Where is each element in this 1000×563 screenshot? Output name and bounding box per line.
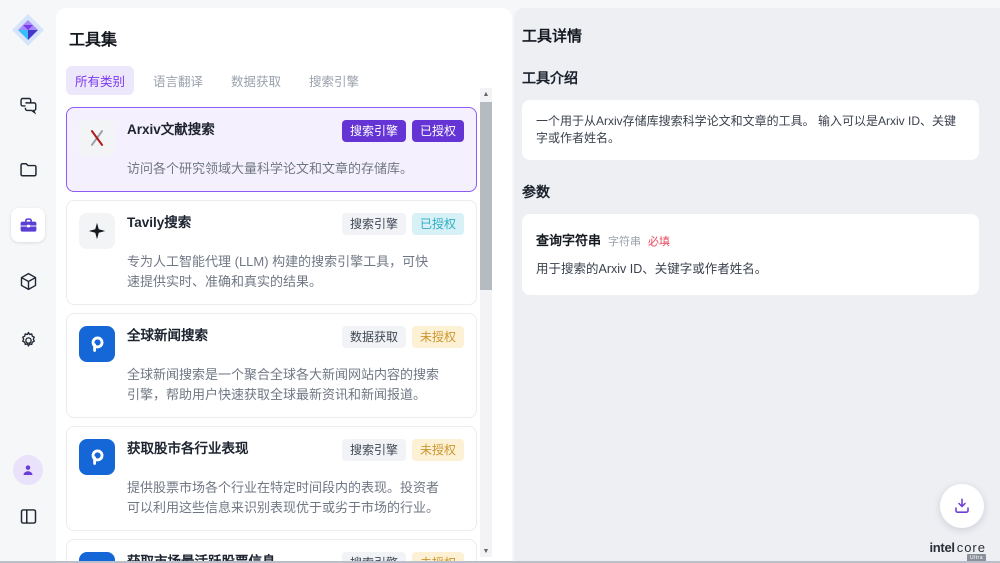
parameter-description: 用于搜索的Arxiv ID、关键字或作者姓名。 [536,258,965,277]
tool-list: Arxiv文献搜索 搜索引擎 已授权 访问各个研究领域大量科学论文和文章的存储库… [66,107,477,563]
tool-name: 获取股市各行业表现 [127,439,249,459]
category-badge: 搜索引擎 [342,439,406,461]
sidebar-nav [11,48,45,357]
parameter-required-badge: 必填 [648,233,670,249]
category-tab[interactable]: 语言翻译 [144,66,212,95]
auth-status-badge: 已授权 [412,120,464,142]
auth-status-badge: 已授权 [412,213,464,235]
left-sidebar [0,0,56,563]
category-tabs: 所有类别语言翻译数据获取搜索引擎 [66,66,512,95]
auth-status-badge: 未授权 [412,326,464,348]
category-tab[interactable]: 数据获取 [222,66,290,95]
scroll-up-arrow-icon[interactable]: ▲ [480,88,492,100]
intel-core-logo: intel core Ultra [929,540,986,555]
auth-status-badge: 未授权 [412,439,464,461]
category-badge: 搜索引擎 [342,213,406,235]
user-avatar[interactable] [11,453,45,487]
tool-name: 全球新闻搜索 [127,326,208,346]
layout-panel-icon[interactable] [11,499,45,533]
category-tab[interactable]: 所有类别 [66,66,134,95]
intro-heading: 工具介绍 [522,68,979,88]
details-panel-title: 工具详情 [522,25,979,46]
juhe-icon [79,439,115,475]
juhe-icon [79,326,115,362]
settings-gear-icon[interactable] [11,323,45,357]
tool-card[interactable]: 全球新闻搜索 数据获取 未授权 全球新闻搜索是一个聚合全球各大新闻网站内容的搜索… [66,313,477,418]
tool-intro-text: 一个用于从Arxiv存储库搜索科学论文和文章的工具。 输入可以是Arxiv ID… [522,100,979,160]
tool-name: Arxiv文献搜索 [127,120,215,140]
tool-description: 全球新闻搜索是一个聚合全球各大新闻网站内容的搜索引擎，帮助用户快速获取全球最新资… [127,365,439,405]
params-heading: 参数 [522,182,979,202]
chat-icon[interactable] [11,88,45,122]
folder-icon[interactable] [11,152,45,186]
tool-description: 专为人工智能代理 (LLM) 构建的搜索引擎工具，可快速提供实时、准确和真实的结… [127,252,439,292]
app-logo-icon [10,12,46,48]
tool-name: Tavily搜索 [127,213,191,233]
tool-card[interactable]: Arxiv文献搜索 搜索引擎 已授权 访问各个研究领域大量科学论文和文章的存储库… [66,107,477,192]
category-badge: 数据获取 [342,326,406,348]
sparkle-icon [79,213,115,249]
parameter-type: 字符串 [608,233,641,249]
scrollbar-thumb[interactable] [480,102,492,290]
tools-panel-title: 工具集 [69,26,512,50]
arxiv-logo-icon [79,120,115,156]
tools-panel: 工具集 所有类别语言翻译数据获取搜索引擎 Arxiv文献搜索 搜索引擎 已授权 … [56,8,512,563]
tool-description: 访问各个研究领域大量科学论文和文章的存储库。 [127,159,439,179]
toolbox-icon[interactable] [11,208,45,242]
category-badge: 搜索引擎 [342,120,406,142]
tool-card[interactable]: Tavily搜索 搜索引擎 已授权 专为人工智能代理 (LLM) 构建的搜索引擎… [66,200,477,305]
tool-description: 提供股票市场各个行业在特定时间段内的表现。投资者可以利用这些信息来识别表现优于或… [127,478,439,518]
scroll-down-arrow-icon[interactable]: ▼ [480,545,492,557]
download-button[interactable] [940,484,984,528]
tool-card[interactable]: 获取市场最活跃股票信息 搜索引擎 未授权 提供当天交易量最高的股票列表，投资者可… [66,539,477,563]
tool-details-panel: 工具详情 工具介绍 一个用于从Arxiv存储库搜索科学论文和文章的工具。 输入可… [514,8,1000,563]
parameter-item: 查询字符串 字符串 必填 用于搜索的Arxiv ID、关键字或作者姓名。 [522,214,979,295]
cube-icon[interactable] [11,264,45,298]
parameter-name: 查询字符串 [536,230,601,249]
tool-card[interactable]: 获取股市各行业表现 搜索引擎 未授权 提供股票市场各个行业在特定时间段内的表现。… [66,426,477,531]
tools-list-scrollbar[interactable]: ▲ ▼ [480,88,492,557]
category-tab[interactable]: 搜索引擎 [300,66,368,95]
